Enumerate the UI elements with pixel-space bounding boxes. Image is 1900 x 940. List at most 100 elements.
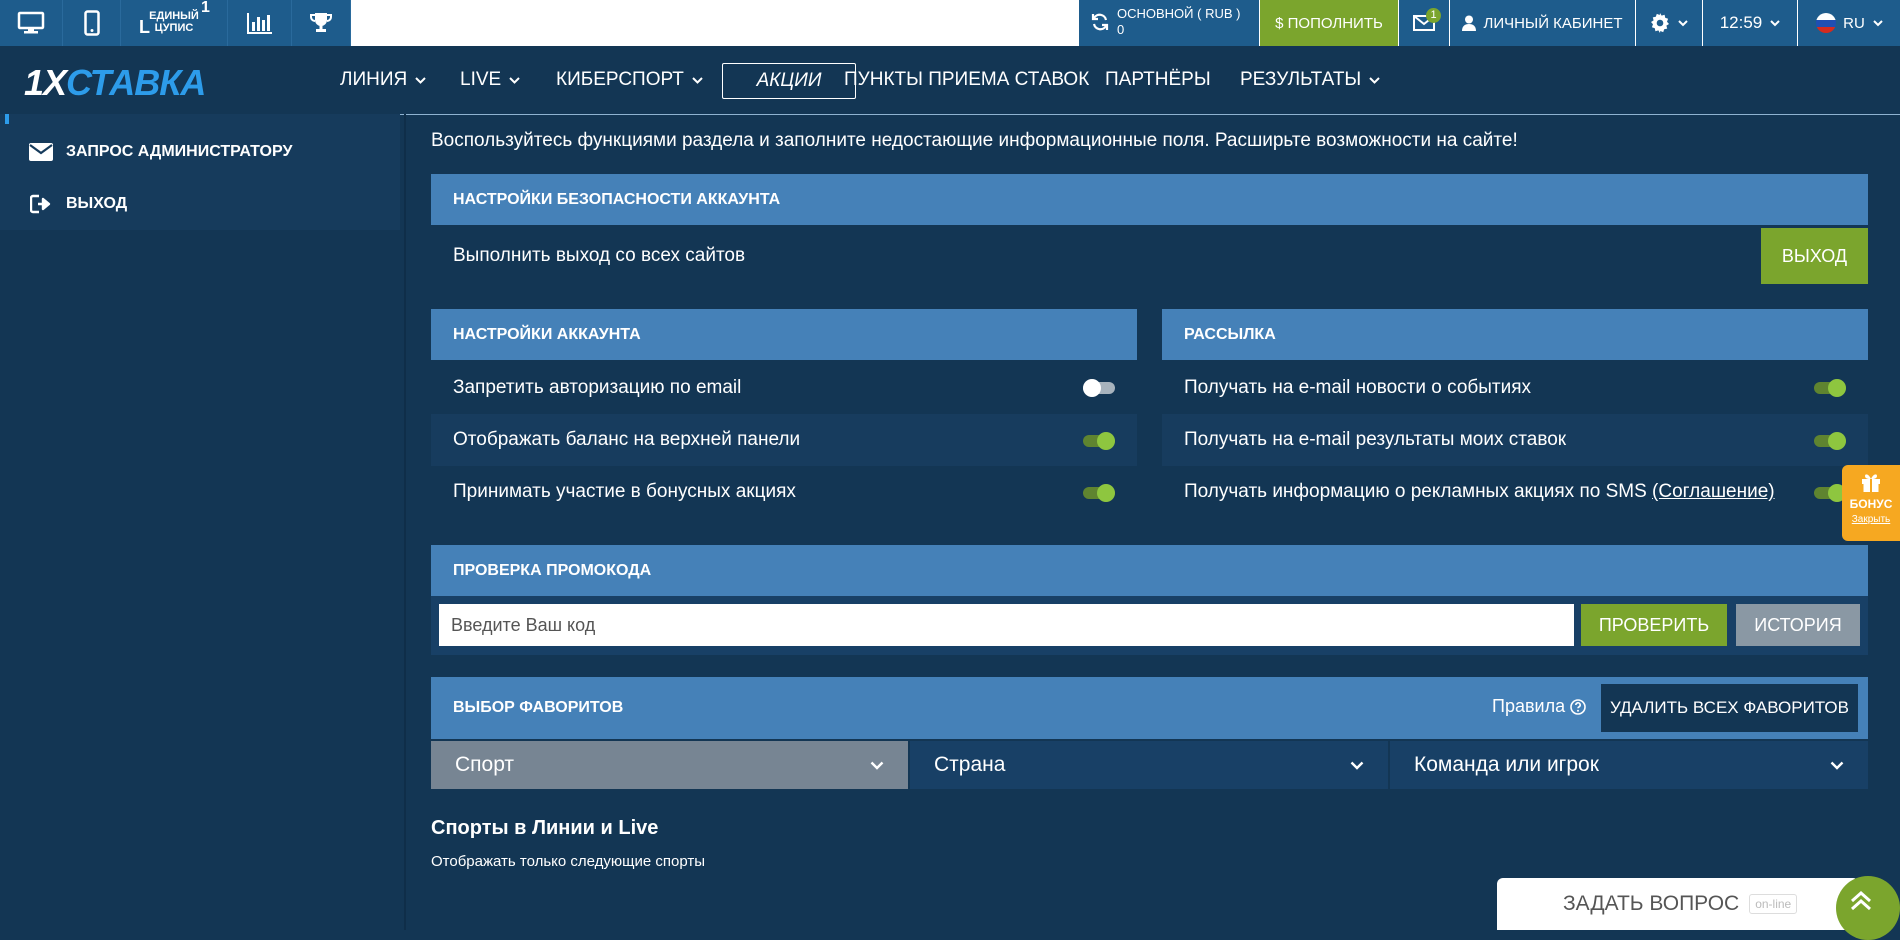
chevron-down-icon: [870, 761, 884, 770]
smartphone-icon: [83, 10, 100, 36]
cupis-line2: ЦУПИС: [154, 22, 194, 34]
promo-check-header: ПРОВЕРКА ПРОМОКОДА: [431, 545, 1868, 596]
gift-icon: [1862, 474, 1880, 492]
security-settings-header: НАСТРОЙКИ БЕЗОПАСНОСТИ АККАУНТА: [431, 174, 1868, 225]
ask-question-label: ЗАДАТЬ ВОПРОС: [1563, 892, 1740, 915]
favorites-rules-link[interactable]: Правила: [1492, 696, 1586, 717]
setting-label: Запретить авторизацию по email: [453, 377, 742, 398]
bonus-widget[interactable]: БОНУС Закрыть: [1842, 465, 1900, 541]
question-circle-icon: [1570, 698, 1586, 715]
promo-history-button[interactable]: ИСТОРИЯ: [1736, 604, 1860, 646]
personal-cabinet-button[interactable]: ЛИЧНЫЙ КАБИНЕТ: [1450, 0, 1635, 46]
nav-esports[interactable]: КИБЕРСПОРТ: [556, 46, 703, 114]
sidebar-item-logout[interactable]: ВЫХОД: [0, 178, 400, 230]
ask-question-widget[interactable]: ЗАДАТЬ ВОПРОС on-line: [1497, 878, 1859, 930]
account-setting-row: Принимать участие в бонусных акциях: [431, 466, 1137, 518]
disable-email-auth-toggle[interactable]: [1083, 379, 1115, 397]
mailing-header: РАССЫЛКА: [1162, 309, 1868, 360]
nav-results[interactable]: РЕЗУЛЬТАТЫ: [1240, 46, 1380, 114]
nav-partners[interactable]: ПАРТНЁРЫ: [1105, 46, 1211, 114]
logout-all-row: Выполнить выход со всех сайтов: [431, 228, 1761, 284]
nav-betting-points[interactable]: ПУНКТЫ ПРИЕМА СТАВОК: [844, 46, 1089, 114]
sports-section-title: Спорты в Линии и Live: [431, 817, 659, 839]
setting-label: Принимать участие в бонусных акциях: [453, 481, 796, 502]
mailing-label: Получать на e-mail новости о событиях: [1184, 377, 1532, 398]
user-icon: [1462, 15, 1477, 31]
bar-chart-icon: [246, 13, 272, 34]
double-chevron-up-icon: [1851, 890, 1871, 911]
mobile-version-button[interactable]: [63, 0, 121, 46]
account-settings-header: НАСТРОЙКИ АККАУНТА: [431, 309, 1137, 360]
email-results-toggle[interactable]: [1814, 432, 1846, 450]
team-or-player-select[interactable]: Команда или игрок: [1390, 741, 1868, 789]
messages-badge: 1: [1426, 8, 1441, 23]
sidebar-item-label: ЗАПРОС АДМИНИСТРАТОРУ: [66, 143, 293, 160]
account-setting-row: Запретить авторизацию по email: [431, 362, 1137, 414]
expand-chat-button[interactable]: [1836, 876, 1900, 940]
country-select[interactable]: Страна: [910, 741, 1388, 789]
mailing-row: Получать на e-mail результаты моих ставо…: [1162, 414, 1868, 466]
country-select-value: Страна: [934, 753, 1006, 776]
sport-select[interactable]: Спорт: [431, 741, 908, 789]
sidebar-divider: [404, 114, 406, 930]
delete-all-favorites-button[interactable]: УДАЛИТЬ ВСЕХ ФАВОРИТОВ: [1601, 684, 1858, 732]
bonus-participation-toggle[interactable]: [1083, 484, 1115, 502]
sports-section-subtitle: Отображать только следующие спорты: [431, 853, 706, 870]
site-logo[interactable]: 1XСТАВКА: [24, 62, 206, 104]
messages-button[interactable]: 1: [1399, 0, 1449, 46]
account-balance: 0: [1117, 22, 1125, 37]
agreement-link[interactable]: (Соглашение): [1652, 481, 1775, 502]
bonus-label: БОНУС: [1849, 497, 1893, 511]
deposit-button[interactable]: $ ПОПОЛНИТЬ: [1260, 0, 1398, 46]
time-dropdown[interactable]: 12:59: [1703, 0, 1797, 46]
desktop-version-button[interactable]: [0, 0, 63, 46]
email-news-toggle[interactable]: [1814, 379, 1846, 397]
mailing-row: Получать информацию о рекламных акциях п…: [1162, 466, 1868, 518]
sidebar-item-admin-request[interactable]: ЗАПРОС АДМИНИСТРАТОРУ: [0, 126, 400, 178]
chevron-down-icon: [1830, 761, 1844, 770]
results-button[interactable]: [292, 0, 351, 46]
current-time: 12:59: [1719, 13, 1763, 32]
chevron-down-icon: [1369, 76, 1380, 84]
logout-all-label: Выполнить выход со всех сайтов: [453, 245, 746, 266]
team-select-value: Команда или игрок: [1414, 753, 1599, 776]
language-label: RU: [1843, 14, 1865, 32]
trophy-icon: [310, 13, 332, 32]
chevron-down-icon: [1678, 19, 1688, 26]
chevron-down-icon: [1770, 19, 1780, 26]
bonus-close-link[interactable]: Закрыть: [1852, 514, 1891, 525]
chevron-down-icon: [509, 76, 520, 84]
settings-dropdown[interactable]: [1636, 0, 1702, 46]
logout-icon: [28, 194, 54, 214]
chevron-down-icon: [1350, 761, 1364, 770]
statistics-button[interactable]: [228, 0, 292, 46]
chevron-down-icon: [692, 76, 703, 84]
nav-live[interactable]: LIVE: [460, 46, 520, 114]
account-balance-button[interactable]: ОСНОВНОЙ ( RUB ) 0: [1079, 0, 1259, 46]
intro-text: Воспользуйтесь функциями раздела и запол…: [431, 130, 1518, 151]
refresh-icon: [1091, 13, 1109, 31]
mailing-label: Получать информацию о рекламных акциях п…: [1184, 481, 1775, 502]
mailing-row: Получать на e-mail новости о событиях: [1162, 362, 1868, 414]
chevron-down-icon: [415, 76, 426, 84]
sidebar-item-label: ВЫХОД: [66, 195, 128, 212]
language-dropdown[interactable]: RU: [1798, 0, 1900, 46]
online-status-badge: on-line: [1749, 894, 1798, 914]
cupis-button[interactable]: L ЕДИНЫЙ ЦУПИС 1: [121, 0, 228, 46]
mailing-label: Получать на e-mail результаты моих ставо…: [1184, 429, 1567, 450]
nav-promotions[interactable]: АКЦИИ: [722, 63, 856, 99]
envelope-icon: [28, 143, 54, 161]
promo-code-input[interactable]: [439, 604, 1574, 646]
logout-all-button[interactable]: ВЫХОД: [1761, 228, 1868, 284]
setting-label: Отображать баланс на верхней панели: [453, 429, 801, 450]
chevron-down-icon: [1873, 19, 1883, 26]
sport-select-value: Спорт: [455, 753, 515, 776]
check-promo-button[interactable]: ПРОВЕРИТЬ: [1581, 604, 1727, 646]
account-label: ОСНОВНОЙ ( RUB ): [1117, 6, 1241, 21]
russia-flag-icon: [1816, 13, 1837, 33]
show-balance-toggle[interactable]: [1083, 432, 1115, 450]
cupis-line1: ЕДИНЫЙ: [149, 10, 199, 22]
nav-line[interactable]: ЛИНИЯ: [340, 46, 426, 114]
personal-cabinet-label: ЛИЧНЫЙ КАБИНЕТ: [1483, 14, 1623, 32]
sidebar-active-marker: [5, 114, 9, 124]
